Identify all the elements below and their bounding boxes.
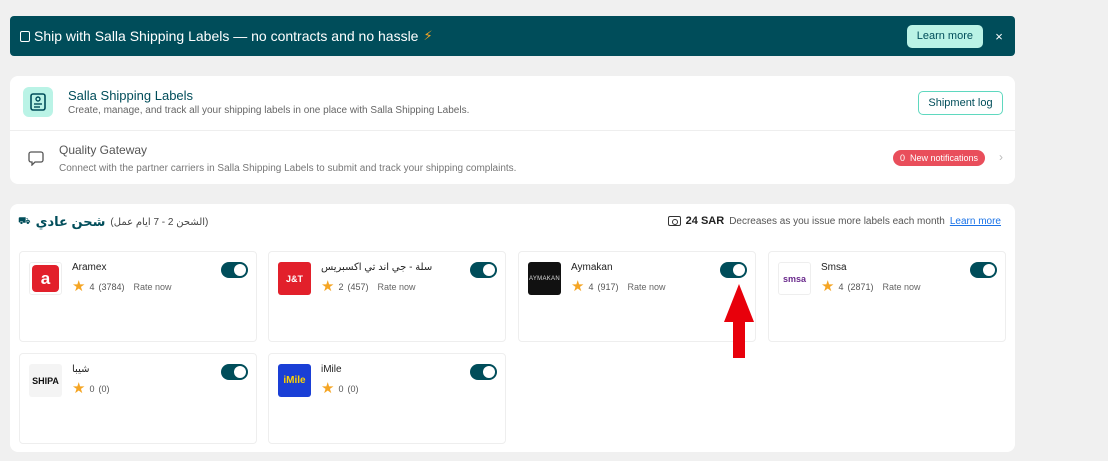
carrier-name: شيبا [72, 364, 90, 375]
carrier-rating: ★ 2 (457) Rate now [321, 279, 416, 294]
carrier-toggle[interactable] [221, 262, 248, 278]
notifications-badge: 0 New notifications [892, 150, 985, 166]
document-icon [23, 87, 53, 117]
rate-now-link[interactable]: Rate now [627, 282, 665, 292]
rating-value: 4 [89, 281, 95, 292]
price-learn-more-link[interactable]: Learn more [950, 216, 1001, 227]
aymakan-logo: AYMAKAN [528, 262, 561, 295]
rating-value: 2 [338, 281, 344, 292]
rate-now-link[interactable]: Rate now [882, 282, 920, 292]
rating-value: 0 [89, 383, 95, 394]
shipping-labels-row: Salla Shipping Labels Create, manage, an… [10, 76, 1015, 131]
rating-count: (457) [347, 281, 369, 292]
rating-count: (3784) [98, 281, 125, 292]
carrier-card-shipa: SHIPA شيبا ★ 0 (0) [19, 353, 257, 444]
shipping-labels-subtitle: Create, manage, and track all your shipp… [68, 105, 470, 116]
carrier-name: Aramex [72, 262, 107, 273]
rating-value: 0 [338, 383, 344, 394]
close-icon[interactable]: × [993, 29, 1005, 44]
star-icon: ★ [72, 380, 86, 397]
star-icon: ★ [821, 278, 835, 295]
shipa-logo: SHIPA [29, 364, 62, 397]
rating-value: 4 [588, 281, 594, 292]
rate-now-link[interactable]: Rate now [133, 282, 171, 292]
carrier-name: Smsa [821, 262, 847, 273]
carrier-name: Aymakan [571, 262, 613, 273]
carrier-rating: ★ 4 (3784) Rate now [72, 279, 172, 294]
standard-shipping-title: شحن عادي [35, 214, 106, 229]
notifications-label: New notifications [909, 153, 978, 163]
carrier-toggle[interactable] [470, 364, 497, 380]
shopping-bag-icon [20, 30, 30, 42]
carrier-card-aymakan: AYMAKAN Aymakan ★ 4 (917) Rate now [518, 251, 756, 342]
cash-icon [667, 216, 681, 226]
carrier-name: سلة - جي اند تي اكسبريس [321, 262, 433, 273]
shipping-duration: (الشحن 2 - 7 ايام عمل) [110, 216, 209, 228]
quality-gateway-subtitle: Connect with the partner carriers in Sal… [59, 163, 517, 174]
carrier-card-imile: iMile iMile ★ 0 (0) [268, 353, 506, 444]
carrier-rating: ★ 0 (0) [72, 381, 109, 396]
lightning-icon: ⚡ [423, 28, 433, 43]
truck-icon: ⛟ [18, 215, 31, 227]
red-arrow-annotation [724, 284, 754, 358]
rate-now-link[interactable]: Rate now [377, 282, 415, 292]
star-icon: ★ [571, 278, 585, 295]
carrier-name: iMile [321, 364, 342, 375]
carrier-card-smsa: smsa Smsa ★ 4 (2871) Rate now [768, 251, 1006, 342]
price-value: 24 SAR [685, 215, 725, 227]
quality-gateway-title: Quality Gateway [59, 143, 148, 157]
carrier-toggle[interactable] [970, 262, 997, 278]
rating-count: (2871) [847, 281, 874, 292]
carrier-toggle[interactable] [221, 364, 248, 380]
shipment-log-button[interactable]: Shipment log [918, 91, 1003, 115]
banner-message: Ship with Salla Shipping Labels — no con… [34, 28, 419, 44]
star-icon: ★ [321, 278, 335, 295]
star-icon: ★ [72, 278, 86, 295]
notifications-count: 0 [899, 153, 905, 163]
carrier-rating: ★ 4 (2871) Rate now [821, 279, 921, 294]
rating-count: (0) [98, 383, 110, 394]
carrier-toggle[interactable] [720, 262, 747, 278]
shipping-labels-title: Salla Shipping Labels [68, 88, 194, 103]
rating-count: (917) [597, 281, 619, 292]
smsa-logo: smsa [778, 262, 811, 295]
carrier-rating: ★ 4 (917) Rate now [571, 279, 666, 294]
carrier-card-aramex: a Aramex ★ 4 (3784) Rate now [19, 251, 257, 342]
banner-learn-more-button[interactable]: Learn more [906, 24, 983, 48]
price-info: 24 SAR Decreases as you issue more label… [667, 215, 1001, 227]
quality-gateway-row[interactable]: Quality Gateway Connect with the partner… [10, 132, 1015, 184]
rating-value: 4 [838, 281, 844, 292]
shipping-labels-card: Salla Shipping Labels Create, manage, an… [10, 76, 1015, 184]
carrier-card-jt-express: J&T سلة - جي اند تي اكسبريس ★ 2 (457) Ra… [268, 251, 506, 342]
price-note: Decreases as you issue more labels each … [729, 215, 945, 227]
promo-banner: Ship with Salla Shipping Labels — no con… [10, 16, 1015, 56]
carrier-toggle[interactable] [470, 262, 497, 278]
carrier-rating: ★ 0 (0) [321, 381, 358, 396]
star-icon: ★ [321, 380, 335, 397]
imile-logo: iMile [278, 364, 311, 397]
aramex-logo: a [29, 262, 62, 295]
rating-count: (0) [347, 383, 359, 394]
standard-shipping-card: ⛟ شحن عادي (الشحن 2 - 7 ايام عمل) 24 SAR… [10, 204, 1015, 452]
chat-bubble-icon [28, 151, 44, 166]
jt-express-logo: J&T [278, 262, 311, 295]
standard-shipping-header: ⛟ شحن عادي (الشحن 2 - 7 ايام عمل) [18, 214, 208, 230]
chevron-right-icon[interactable]: › [999, 150, 1003, 164]
